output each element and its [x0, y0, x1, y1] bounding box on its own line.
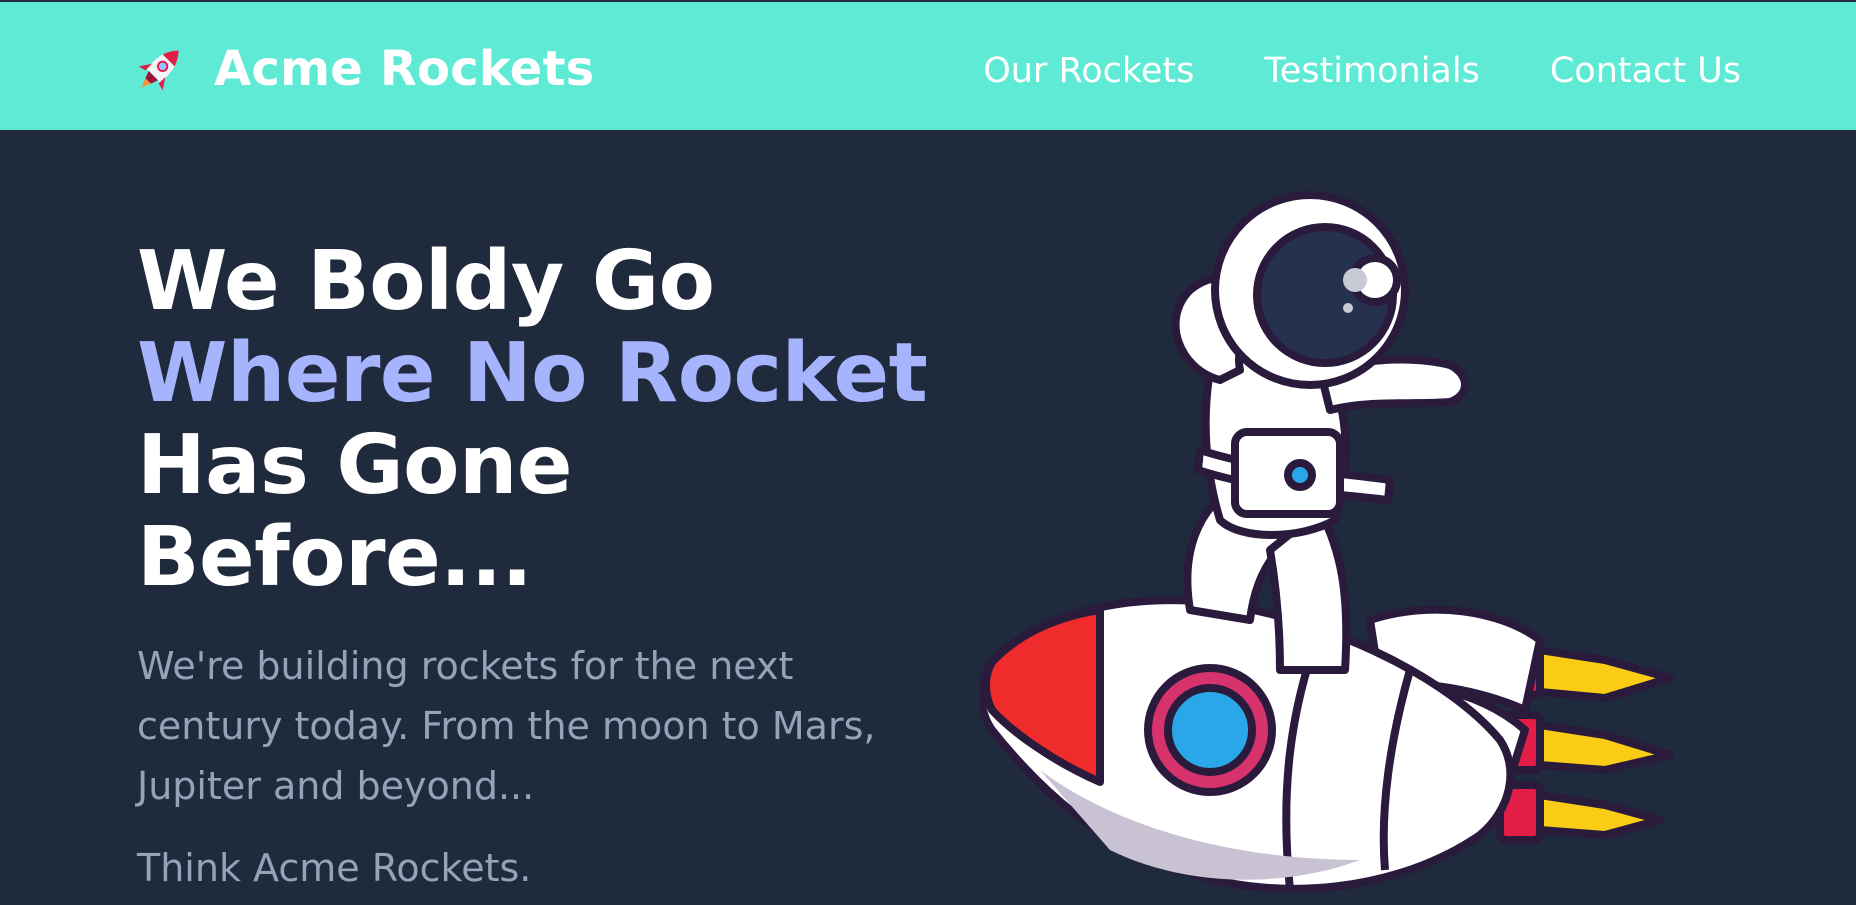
- nav-testimonials[interactable]: Testimonials: [1264, 53, 1479, 89]
- hero-title-line1: We Boldy Go: [137, 234, 715, 329]
- hero-title-accent: Where No Rocket: [137, 326, 928, 421]
- site-header: Acme Rockets Our Rockets Testimonials Co…: [0, 2, 1856, 130]
- rocket-icon: [138, 50, 179, 91]
- astronaut-on-rocket-illustration: [980, 191, 1674, 893]
- hero-description: We're building rockets for the next cent…: [137, 644, 876, 808]
- nav-contact-us[interactable]: Contact Us: [1550, 53, 1741, 89]
- main-nav: Our Rockets Testimonials Contact Us: [983, 46, 1741, 96]
- hero-section: We Boldy Go Where No Rocket Has Gone Bef…: [137, 236, 957, 892]
- hero-title: We Boldy Go Where No Rocket Has Gone Bef…: [137, 236, 957, 604]
- hero-tagline: Think Acme Rockets.: [137, 846, 532, 890]
- nav-our-rockets[interactable]: Our Rockets: [983, 53, 1194, 89]
- hero-title-line3: Has Gone: [137, 418, 572, 513]
- brand-name: Acme Rockets: [214, 41, 595, 97]
- brand-home-link[interactable]: Acme Rockets: [130, 38, 594, 100]
- hero-title-line4: Before...: [137, 510, 533, 605]
